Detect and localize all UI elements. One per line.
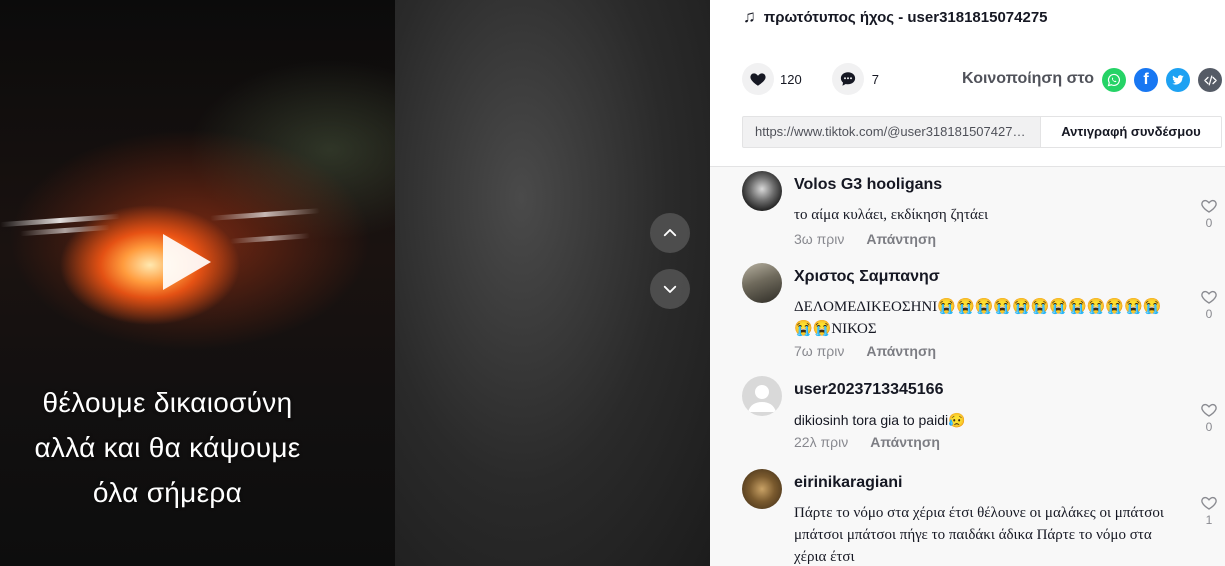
details-panel: ♫ πρωτότυπος ήχος - user3181815074275 12… — [710, 0, 1225, 566]
comment-username[interactable]: user2023713345166 — [794, 381, 943, 399]
sound-link[interactable]: ♫ πρωτότυπος ήχος - user3181815074275 — [743, 7, 1048, 27]
chevron-up-icon — [663, 229, 677, 237]
comment-list[interactable]: Volos G3 hooligans το αίμα κυλάει, εκδίκ… — [710, 167, 1225, 566]
comment-time: 3ω πριν — [794, 231, 845, 247]
heart-outline-icon — [1201, 199, 1217, 213]
comment-text: το αίμα κυλάει, εκδίκηση ζητάει — [794, 207, 989, 223]
comment-like-count: 1 — [1205, 513, 1213, 527]
comment-username[interactable]: Χριστος Σαμπανησ — [794, 268, 940, 286]
video-caption: θέλουμε δικαιοσύνη αλλά και θα κάψουμε ό… — [0, 380, 335, 515]
comment-like-button[interactable]: 1 — [1197, 494, 1221, 527]
comment-item: Volos G3 hooligans το αίμα κυλάει, εκδίκ… — [742, 171, 1222, 256]
comment-like-count: 0 — [1205, 216, 1213, 230]
copy-link-button[interactable]: Αντιγραφή συνδέσμου — [1040, 117, 1221, 147]
comment-like-button[interactable]: 0 — [1197, 401, 1221, 434]
whatsapp-icon[interactable] — [1102, 68, 1126, 92]
comment-meta: 7ω πριν Απάντηση — [794, 343, 936, 359]
stats-row: 120 7 — [742, 63, 879, 95]
copy-link-box: https://www.tiktok.com/@user318181507427… — [742, 116, 1222, 148]
avatar[interactable] — [742, 263, 782, 303]
next-video-button[interactable] — [650, 269, 690, 309]
comment-button[interactable] — [831, 63, 864, 95]
heart-outline-icon — [1201, 290, 1217, 304]
embed-icon[interactable] — [1198, 68, 1222, 92]
caption-line: θέλουμε δικαιοσύνη — [42, 387, 293, 418]
heart-icon — [750, 73, 766, 86]
comment-text: Πάρτε το νόμο στα χέρια έτσι θέλουνε οι … — [794, 505, 1164, 565]
avatar[interactable] — [742, 171, 782, 211]
comment-time: 7ω πριν — [794, 343, 845, 359]
reply-button[interactable]: Απάντηση — [866, 343, 936, 359]
avatar[interactable] — [742, 469, 782, 509]
comment-like-button[interactable]: 0 — [1197, 197, 1221, 230]
previous-video-button[interactable] — [650, 213, 690, 253]
facebook-icon[interactable]: f — [1134, 68, 1158, 92]
like-button[interactable] — [742, 63, 774, 95]
comment-like-button[interactable]: 0 — [1197, 288, 1221, 321]
comment-item: Χριστος Σαμπανησ ΔΕΛΟΜΕΔΙΚΕΟΣΗΝΙ😭😭😭😭😭😭😭😭… — [742, 263, 1222, 363]
share-label: Κοινοποίηση στο — [962, 70, 1095, 87]
music-note-icon: ♫ — [743, 7, 756, 26]
video-frame[interactable]: θέλουμε δικαιοσύνη αλλά και θα κάψουμε ό… — [0, 0, 395, 566]
caption-line: όλα σήμερα — [92, 477, 243, 508]
comment-text: ΔΕΛΟΜΕΔΙΚΕΟΣΗΝΙ😭😭😭😭😭😭😭😭😭😭😭😭😭😭ΝΙΚΟΣ — [794, 299, 1162, 337]
reply-button[interactable]: Απάντηση — [866, 231, 936, 247]
reply-button[interactable]: Απάντηση — [870, 434, 940, 450]
caption-line: αλλά και θα κάψουμε — [34, 432, 301, 463]
heart-outline-icon — [1201, 403, 1217, 417]
comment-icon — [840, 72, 855, 86]
comment-item: user2023713345166 dikiosinh tora gia to … — [742, 376, 1222, 461]
light-streak — [209, 208, 321, 221]
comment-text: dikiosinh tora gia to paidi😥 — [794, 412, 966, 428]
video-player[interactable]: θέλουμε δικαιοσύνη αλλά και θα κάψουμε ό… — [0, 0, 710, 566]
comment-count: 7 — [871, 71, 879, 87]
play-icon[interactable] — [163, 234, 211, 290]
avatar[interactable] — [742, 376, 782, 416]
light-streak — [19, 224, 111, 237]
light-streak — [229, 233, 311, 244]
comment-like-count: 0 — [1205, 307, 1213, 321]
comment-item: eirinikaragiani Πάρτε το νόμο στα χέρια … — [742, 469, 1222, 566]
sound-label[interactable]: πρωτότυπος ήχος - user3181815074275 — [764, 9, 1048, 26]
comment-username[interactable]: eirinikaragiani — [794, 474, 903, 492]
like-count: 120 — [780, 71, 802, 87]
heart-outline-icon — [1201, 496, 1217, 510]
default-avatar-icon — [748, 385, 776, 412]
comment-meta: 22λ πριν Απάντηση — [794, 434, 940, 450]
video-url-field[interactable]: https://www.tiktok.com/@user318181507427… — [743, 117, 1040, 147]
chevron-down-icon — [663, 285, 677, 293]
comment-like-count: 0 — [1205, 420, 1213, 434]
twitter-icon[interactable] — [1166, 68, 1190, 92]
comment-meta: 3ω πριν Απάντηση — [794, 231, 936, 247]
comment-username[interactable]: Volos G3 hooligans — [794, 176, 942, 194]
comment-time: 22λ πριν — [794, 434, 849, 450]
